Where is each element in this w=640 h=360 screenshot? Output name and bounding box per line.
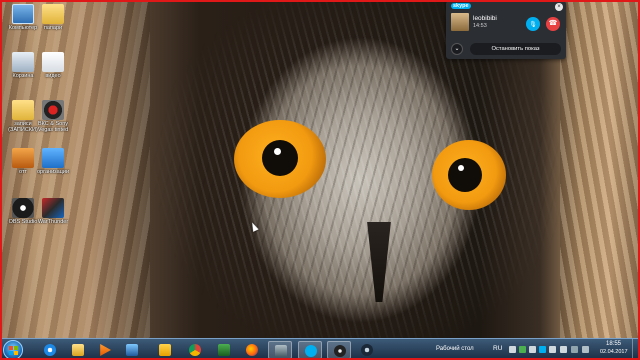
owl-right-eye [432, 140, 506, 210]
tray-app-icon[interactable] [509, 346, 516, 353]
skype-logo: skype [451, 3, 471, 9]
close-icon[interactable]: × [555, 3, 563, 11]
taskbar-monitor[interactable] [120, 341, 144, 359]
tray-app-icon[interactable] [529, 346, 536, 353]
desktop-icon-organizations[interactable]: организации [33, 148, 73, 175]
tray-app-icon[interactable] [549, 346, 556, 353]
chrome-icon [189, 344, 201, 356]
taskbar-internet-explorer[interactable] [38, 341, 62, 359]
desktop-icon-vegas[interactable]: ВКС & Sony Vegas tinted [33, 100, 73, 133]
taskbar-steam[interactable] [355, 341, 379, 359]
taskbar-skype[interactable] [298, 341, 322, 359]
desktop-icon-warthunder[interactable]: WarThunder [33, 198, 73, 225]
briefcase-icon [12, 148, 34, 168]
desktop-icon-label: ВКС & Sony Vegas tinted [37, 121, 69, 133]
taskbar-chrome[interactable] [183, 341, 207, 359]
desktop-icon-label: организации [36, 169, 70, 175]
taskbar-firefox[interactable] [240, 341, 264, 359]
computer-icon [12, 4, 34, 24]
desktop-icon-folder[interactable]: папари [33, 4, 73, 31]
document-icon [42, 52, 64, 72]
monitor-icon [126, 344, 138, 356]
taskbar-screen[interactable] [268, 341, 292, 359]
desktop-icon-label: папари [43, 25, 63, 31]
contact-avatar [451, 13, 469, 31]
organizations-icon [42, 148, 64, 168]
taskbar-explorer[interactable] [66, 341, 90, 359]
folder-icon [42, 4, 64, 24]
start-button[interactable] [3, 340, 23, 360]
taskbar-network[interactable] [212, 341, 236, 359]
internet-explorer-icon [44, 344, 56, 356]
clock-date[interactable]: 02.04.2017 [600, 349, 628, 355]
recycle-bin-icon [12, 52, 34, 72]
steam-icon [361, 344, 373, 356]
firefox-icon [246, 344, 258, 356]
skype-icon [305, 345, 317, 357]
network-icon [218, 344, 230, 356]
chevron-down-icon: ⌄ [454, 46, 460, 52]
screen-icon [275, 345, 287, 357]
folder-icon [12, 100, 34, 120]
obs-icon [12, 198, 34, 218]
tray-skype-icon[interactable] [539, 346, 546, 353]
show-hidden-icons-icon[interactable] [560, 346, 567, 353]
tray-app-icon[interactable] [519, 346, 526, 353]
warthunder-icon [42, 198, 64, 218]
taskbar-media-player[interactable] [93, 341, 117, 359]
desktop-toolbar-label[interactable]: Рабочий стол [436, 346, 474, 352]
skype-call-bar[interactable]: skype × leobibibi 14:53 🎙 ☎ ⌄ Остановить… [446, 1, 566, 59]
desktop-icon-label: видео [45, 73, 61, 79]
folder-icon [72, 344, 84, 356]
show-desktop-button[interactable] [632, 339, 639, 359]
hang-up-button[interactable]: ☎ [546, 17, 560, 31]
expand-button[interactable]: ⌄ [451, 43, 463, 55]
vegas-app-icon [42, 100, 64, 120]
winamp-icon [159, 344, 171, 356]
windows-logo-icon [9, 346, 18, 355]
owl-left-eye [234, 120, 326, 198]
obs-icon [334, 345, 346, 357]
media-player-icon [100, 344, 111, 356]
microphone-button[interactable]: 🎙 [526, 17, 540, 31]
phone-hangup-icon: ☎ [548, 20, 558, 27]
language-indicator[interactable]: RU [493, 345, 502, 352]
call-duration: 14:53 [473, 23, 487, 29]
volume-icon[interactable] [582, 346, 589, 353]
stop-sharing-button[interactable]: Остановить показ [470, 43, 561, 55]
taskbar-winamp[interactable] [153, 341, 177, 359]
microphone-icon: 🎙 [529, 22, 537, 28]
bark-texture-right [560, 0, 640, 338]
contact-name: leobibibi [473, 15, 497, 22]
network-status-icon[interactable] [571, 346, 578, 353]
clock-time[interactable]: 18:55 [606, 341, 621, 347]
taskbar-obs[interactable] [327, 341, 351, 359]
desktop-icon-label: WarThunder [37, 219, 69, 225]
desktop-icon-document[interactable]: видео [33, 52, 73, 79]
